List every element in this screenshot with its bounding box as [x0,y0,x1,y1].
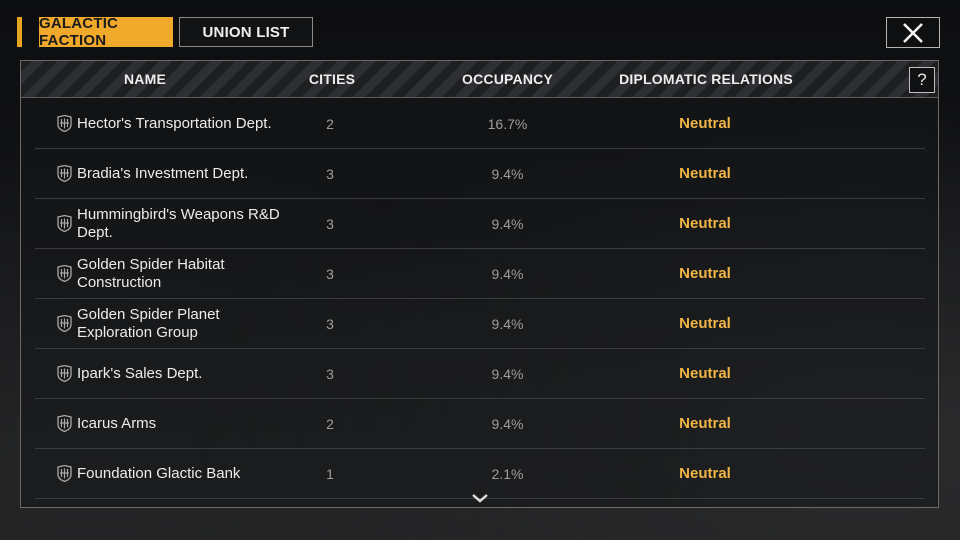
close-icon [903,22,923,43]
faction-emblem-icon [57,164,72,183]
table-row[interactable]: Golden Spider Habitat Construction 3 9.4% N… [35,249,925,299]
faction-diplomatic-relation: Neutral [679,215,731,232]
faction-occupancy: 16.7% [487,115,528,132]
faction-name: Golden Spider Habitat Construction [77,255,225,291]
faction-name: Ipark's Sales Dept. [77,364,203,382]
help-button[interactable]: ? [909,67,935,93]
faction-diplomatic-relation: Neutral [679,265,731,282]
faction-diplomatic-relation: Neutral [679,165,731,182]
table-row[interactable]: Hector's Transportation Dept. 2 16.7% Neutr… [35,99,925,149]
faction-occupancy: 2.1% [491,465,524,482]
faction-cities: 3 [326,265,334,282]
faction-diplomatic-relation: Neutral [679,115,731,132]
faction-cities: 2 [326,115,334,132]
faction-cities: 3 [326,365,334,382]
faction-emblem-icon [57,214,72,233]
column-header-name: NAME [123,71,167,87]
faction-table-panel: NAME CITIES OCCUPANCY DIPLOMATIC RELATIO… [20,60,939,508]
faction-name: Hummingbird's Weapons R&D Dept. [77,205,280,241]
faction-list: Hector's Transportation Dept. 2 16.7% Neutr… [35,99,925,499]
faction-occupancy: 9.4% [491,165,524,182]
table-header: NAME CITIES OCCUPANCY DIPLOMATIC RELATIO… [21,61,938,98]
table-row[interactable]: Icarus Arms 2 9.4% Neutral [35,399,925,449]
column-header-occupancy: OCCUPANCY [462,71,553,87]
faction-diplomatic-relation: Neutral [679,365,731,382]
faction-emblem-icon [57,364,72,383]
column-header-diplomatic-relations: DIPLOMATIC RELATIONS [619,71,793,87]
tab-galactic-faction[interactable]: GALACTIC FACTION [39,15,173,49]
faction-diplomatic-relation: Neutral [679,315,731,332]
faction-occupancy: 9.4% [491,315,524,332]
faction-emblem-icon [57,114,72,133]
faction-cities: 3 [326,215,334,232]
faction-diplomatic-relation: Neutral [679,415,731,432]
tab-accent-bar [17,17,22,47]
faction-cities: 3 [326,315,334,332]
faction-occupancy: 9.4% [491,415,524,432]
faction-occupancy: 9.4% [491,215,524,232]
faction-emblem-icon [57,264,72,283]
table-row[interactable]: Hummingbird's Weapons R&D Dept. 3 9.4% Neut… [35,199,925,249]
faction-name: Icarus Arms [77,414,157,432]
help-icon: ? [917,70,927,89]
table-row[interactable]: Ipark's Sales Dept. 3 9.4% Neutral [35,349,925,399]
faction-occupancy: 9.4% [491,365,524,382]
faction-name: Hector's Transportation Dept. [77,114,272,132]
faction-name: Bradia's Investment Dept. [77,164,249,182]
tab-union-list[interactable]: UNION LIST [179,17,313,47]
faction-cities: 3 [326,165,334,182]
close-button[interactable] [886,17,940,48]
tab-union-list-label: UNION LIST [202,23,290,41]
faction-emblem-icon [57,414,72,433]
tab-galactic-faction-label: GALACTIC FACTION [39,15,119,49]
table-row[interactable]: Golden Spider Planet Exploration Group 3 9… [35,299,925,349]
table-row[interactable]: Bradia's Investment Dept. 3 9.4% Neutral [35,149,925,199]
faction-occupancy: 9.4% [491,265,524,282]
faction-cities: 1 [326,465,334,482]
faction-emblem-icon [57,314,72,333]
faction-cities: 2 [326,415,334,432]
column-header-cities: CITIES [308,71,356,87]
faction-name: Golden Spider Planet Exploration Group [77,305,220,341]
faction-emblem-icon [57,464,72,483]
chevron-down-icon[interactable] [470,492,490,504]
faction-name: Foundation Glactic Bank [77,464,241,482]
faction-diplomatic-relation: Neutral [679,465,731,482]
